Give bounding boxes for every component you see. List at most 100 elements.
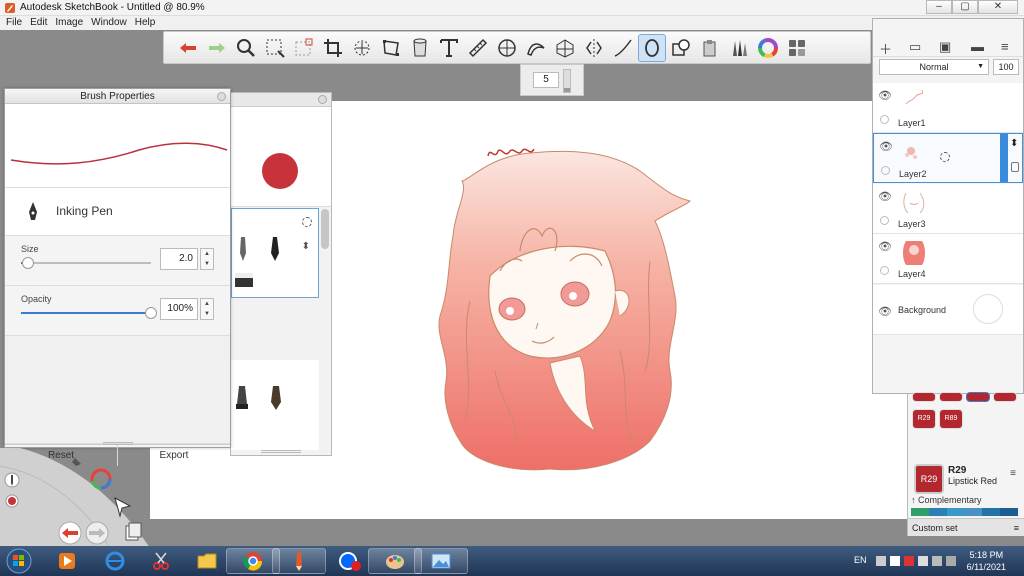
brush-library-resize-grip[interactable] bbox=[261, 450, 301, 453]
add-image-icon[interactable]: ▣ bbox=[939, 39, 951, 55]
marker-brush-icon[interactable] bbox=[268, 237, 282, 261]
taskbar-sketchbook[interactable] bbox=[272, 548, 326, 574]
menu-window[interactable]: Window bbox=[91, 16, 127, 30]
layer-sort-icon[interactable]: ⬍ bbox=[1010, 138, 1018, 149]
layer-row-1[interactable]: 👁 Layer1 bbox=[873, 83, 1023, 133]
brush-library-scrollbar[interactable] bbox=[321, 209, 329, 249]
layer-row-4[interactable]: 👁 Layer4 bbox=[873, 234, 1023, 284]
color-chip[interactable] bbox=[993, 392, 1017, 402]
menu-edit[interactable]: Edit bbox=[30, 16, 47, 30]
lock-toggle[interactable] bbox=[880, 216, 889, 225]
layer-row-2[interactable]: 👁 Layer2 ⬍ bbox=[873, 133, 1023, 183]
tray-show-hidden-icon[interactable] bbox=[876, 556, 886, 566]
pencil-brush-icon[interactable] bbox=[236, 237, 250, 261]
language-indicator[interactable]: EN bbox=[854, 555, 867, 565]
fill-button[interactable] bbox=[406, 34, 434, 62]
layer-selection-icon[interactable] bbox=[940, 152, 950, 162]
layer-menu-icon[interactable]: ≡ bbox=[1001, 39, 1009, 54]
size-value-field[interactable]: 2.0 bbox=[160, 248, 198, 270]
close-button[interactable]: ✕ bbox=[978, 0, 1018, 14]
sort-arrows-icon[interactable]: ⬍ bbox=[302, 241, 310, 252]
size-slider-knob[interactable] bbox=[21, 257, 34, 269]
brush-size-slider[interactable] bbox=[563, 69, 571, 93]
crop-button[interactable] bbox=[319, 34, 347, 62]
maximize-button[interactable]: ▢ bbox=[952, 0, 978, 14]
eye-icon[interactable]: 👁 bbox=[878, 190, 892, 203]
complementary-swatch[interactable] bbox=[911, 508, 929, 516]
eraser-brush-icon[interactable] bbox=[234, 271, 254, 289]
brush-properties-resize-grip[interactable] bbox=[103, 442, 133, 445]
lagoon-undo-icon[interactable] bbox=[58, 521, 82, 545]
symmetry-button[interactable] bbox=[580, 34, 608, 62]
ellipse-guide-button[interactable] bbox=[493, 34, 521, 62]
brush-library-button[interactable] bbox=[725, 34, 753, 62]
custom-set-menu-icon[interactable]: ≡ bbox=[1014, 519, 1019, 537]
brush-set-2[interactable] bbox=[231, 360, 319, 450]
lagoon-brush-tool-icon[interactable] bbox=[4, 472, 20, 488]
french-curve-button[interactable] bbox=[522, 34, 550, 62]
opacity-slider-knob[interactable] bbox=[145, 307, 157, 319]
layer-opacity-field[interactable]: 100 bbox=[993, 59, 1019, 75]
lagoon-layer-icon[interactable] bbox=[125, 522, 142, 541]
color-chip-r89[interactable]: R89 bbox=[939, 409, 963, 429]
redo-button[interactable] bbox=[203, 34, 231, 62]
color-chip-selected[interactable] bbox=[966, 392, 990, 402]
lock-toggle[interactable] bbox=[880, 115, 889, 124]
tray-v-icon[interactable] bbox=[904, 556, 914, 566]
tray-clipboard-icon[interactable] bbox=[890, 556, 900, 566]
zoom-button[interactable] bbox=[232, 34, 260, 62]
size-stepper[interactable]: ▲ ▼ bbox=[200, 248, 214, 270]
copy-paste-button[interactable] bbox=[696, 34, 724, 62]
custom-set-bar[interactable]: Custom set ≡ bbox=[908, 518, 1024, 536]
current-color-swatch[interactable] bbox=[262, 153, 298, 189]
color-menu-icon[interactable]: ≡ bbox=[1010, 468, 1016, 479]
select-button[interactable] bbox=[261, 34, 289, 62]
complementary-swatch[interactable] bbox=[946, 508, 965, 516]
lock-toggle[interactable] bbox=[881, 166, 890, 175]
airbrush-icon[interactable] bbox=[233, 386, 251, 410]
distort-button[interactable] bbox=[377, 34, 405, 62]
complementary-colors-bar[interactable] bbox=[911, 508, 1018, 516]
menu-help[interactable]: Help bbox=[135, 16, 156, 30]
brush-library-close-button[interactable] bbox=[318, 95, 327, 104]
eye-icon[interactable]: 👁 bbox=[878, 240, 892, 253]
taskbar-photo-viewer[interactable] bbox=[414, 548, 468, 574]
merge-layer-icon[interactable]: ▬ bbox=[971, 39, 984, 54]
blend-mode-select[interactable]: Normal ▼ bbox=[879, 59, 989, 75]
lagoon-color-dot-icon[interactable] bbox=[5, 494, 19, 508]
complementary-swatch[interactable] bbox=[1000, 508, 1018, 516]
ellipse-tool-button[interactable] bbox=[638, 33, 666, 62]
color-wheel-button[interactable] bbox=[754, 34, 782, 62]
brush-size-value[interactable]: 5 bbox=[533, 72, 559, 88]
brush-pen-icon[interactable] bbox=[269, 386, 283, 410]
lagoon-color-wheel-icon[interactable] bbox=[90, 468, 112, 490]
layer-lock-icon[interactable] bbox=[1011, 162, 1019, 172]
volume-icon[interactable] bbox=[946, 556, 956, 566]
color-chip[interactable] bbox=[939, 392, 963, 402]
eye-icon[interactable]: 👁 bbox=[878, 89, 892, 102]
complementary-swatch[interactable] bbox=[964, 508, 983, 516]
opacity-slider-track[interactable] bbox=[21, 312, 151, 314]
layers-toggle-button[interactable] bbox=[783, 34, 811, 62]
windows-start-icon[interactable] bbox=[4, 548, 34, 574]
folder-icon[interactable]: ▭ bbox=[909, 39, 921, 55]
system-clock[interactable]: 5:18 PM 6/11/2021 bbox=[967, 549, 1006, 573]
taskbar-media-player[interactable] bbox=[40, 548, 94, 574]
complementary-swatch[interactable] bbox=[982, 508, 1001, 516]
quick-select-button[interactable] bbox=[290, 34, 318, 62]
lock-toggle[interactable] bbox=[880, 266, 889, 275]
complementary-swatch[interactable] bbox=[928, 508, 947, 516]
shape-button[interactable] bbox=[667, 34, 695, 62]
minimize-button[interactable]: – bbox=[926, 0, 952, 14]
ruler-button[interactable] bbox=[464, 34, 492, 62]
undo-button[interactable] bbox=[174, 34, 202, 62]
menu-image[interactable]: Image bbox=[55, 16, 83, 30]
lagoon-pin-icon[interactable] bbox=[72, 458, 81, 466]
tray-flag-icon[interactable] bbox=[918, 556, 928, 566]
color-chip-r59[interactable]: R29 bbox=[912, 409, 936, 429]
color-picker-icon[interactable] bbox=[302, 217, 312, 227]
current-copic-swatch[interactable]: R29 bbox=[914, 464, 944, 494]
transform-button[interactable] bbox=[348, 34, 376, 62]
eye-icon[interactable]: 👁 bbox=[879, 140, 893, 153]
perspective-button[interactable] bbox=[551, 34, 579, 62]
